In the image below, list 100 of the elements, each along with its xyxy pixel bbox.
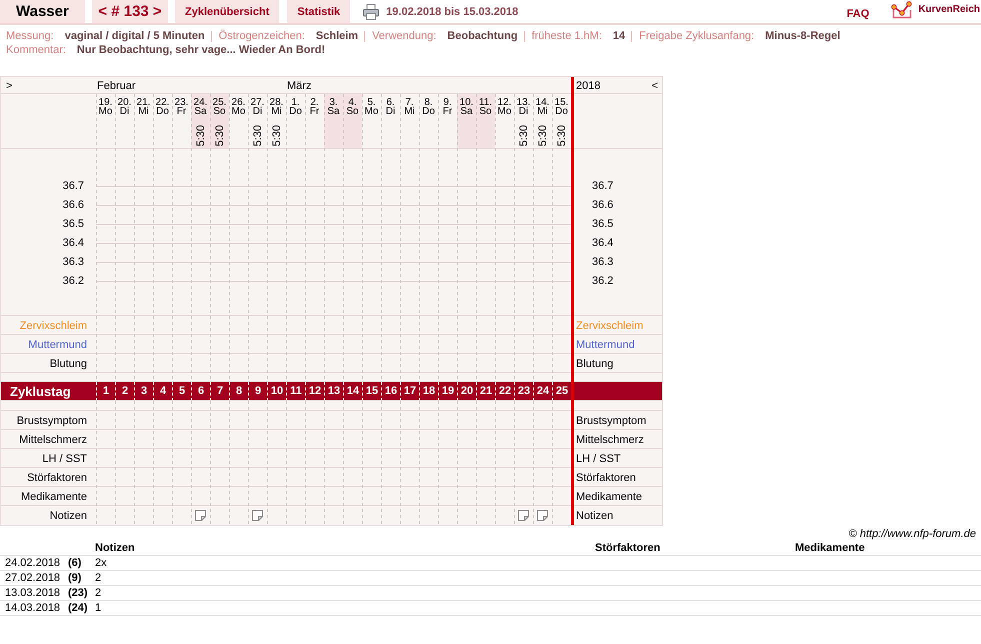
weekday-label: Sa — [460, 107, 473, 116]
temperature-label: 36.4 — [592, 236, 614, 251]
cycle-day-number: 21 — [476, 382, 495, 401]
day-date: 20. — [118, 98, 132, 107]
cycle-day-number: 14 — [343, 382, 362, 401]
day-date: 10. — [460, 98, 474, 107]
setting-value: 14 — [612, 29, 626, 43]
day-date: 5. — [367, 98, 376, 107]
row-label: Brustsymptom — [16, 414, 87, 426]
day-date: 6. — [386, 98, 395, 107]
temperature-label: 36.7 — [592, 179, 614, 194]
day-date: 19. — [98, 98, 112, 107]
forward-button[interactable]: > — [1, 80, 12, 92]
row-label: Muttermund — [576, 338, 635, 350]
note-icon[interactable] — [195, 510, 206, 521]
cycle-day-number: 8 — [229, 382, 248, 401]
measure-time: 5:30 — [214, 124, 226, 146]
cycle-switcher[interactable]: < # 133 > — [92, 0, 168, 23]
row-label: Medikamente — [20, 490, 87, 502]
row-label: Mittelschmerz — [19, 434, 87, 446]
note-text: 2x — [95, 556, 108, 570]
nav-tab[interactable]: Zyklenübersicht — [175, 0, 280, 23]
weekday-label: Do — [422, 107, 435, 116]
temperature-label: 36.3 — [592, 255, 614, 270]
weekday-label: Fr — [176, 107, 186, 116]
cycle-day-number: 6 — [191, 382, 210, 401]
row-label: LH / SST — [42, 452, 87, 464]
brand-name[interactable]: KurvenReich — [918, 4, 980, 15]
logo-icon[interactable] — [891, 1, 914, 19]
weekday-label: Mi — [271, 107, 282, 116]
weekday-label: Di — [386, 107, 396, 116]
weekday-label: Do — [156, 107, 169, 116]
day-date: 2. — [310, 98, 319, 107]
day-date: 1. — [291, 98, 300, 107]
setting-value: Minus-8-Regel — [765, 29, 840, 43]
weekday-label: So — [479, 107, 492, 116]
row-label: Muttermund — [28, 338, 87, 350]
note-date: 27.02.2018 — [5, 571, 62, 585]
day-date: 28. — [270, 98, 284, 107]
cycle-day-number: 2 — [115, 382, 134, 401]
note-cycle-day: (23) — [68, 586, 95, 600]
day-date: 9. — [443, 98, 452, 107]
row-label: Notizen — [576, 510, 614, 522]
setting-label: Messung: — [6, 29, 54, 43]
cycle-day-number: 5 — [172, 382, 191, 401]
row-label: Störfaktoren — [576, 472, 636, 484]
weekday-label: Fr — [310, 107, 320, 116]
cycle-day-number: 13 — [324, 382, 343, 401]
cycle-day-number: 19 — [438, 382, 457, 401]
day-date: 21. — [136, 98, 150, 107]
nav-tab[interactable]: Statistik — [287, 0, 350, 23]
setting-label: Freigabe Zyklusanfang: — [639, 29, 754, 43]
row-label: Zervixschleim — [576, 320, 644, 332]
weekday-label: Mo — [232, 107, 246, 116]
temperature-label: 36.6 — [62, 198, 85, 213]
temperature-label: 36.7 — [62, 179, 85, 194]
back-button[interactable]: < — [652, 80, 658, 92]
weekday-label: Mo — [364, 107, 378, 116]
note-icon[interactable] — [252, 510, 263, 521]
month-label: Februar — [97, 80, 136, 92]
cycle-day-number: 1 — [96, 382, 115, 401]
measure-time: 5:30 — [536, 124, 548, 146]
weekday-label: Di — [120, 107, 130, 116]
weekday-label: Mo — [98, 107, 112, 116]
printer-icon[interactable] — [363, 4, 380, 20]
weekday-label: So — [346, 107, 359, 116]
setting-label: Östrogenzeichen: — [218, 29, 305, 43]
day-date: 13. — [516, 98, 530, 107]
row-label: Medikamente — [576, 490, 642, 502]
cycle-day-number: 25 — [552, 382, 571, 401]
day-date: 4. — [348, 98, 357, 107]
note-icon[interactable] — [518, 510, 529, 521]
measure-time: 5:30 — [556, 124, 568, 146]
note-text: 1 — [95, 601, 102, 615]
measure-time: 5:30 — [518, 124, 530, 146]
day-date: 11. — [478, 98, 492, 107]
weekday-label: Mi — [537, 107, 548, 116]
temperature-label: 36.2 — [592, 274, 614, 289]
date-range: 19.02.2018 bis 15.03.2018 — [386, 6, 518, 18]
day-date: 24. — [194, 98, 208, 107]
temperature-label: 36.6 — [592, 198, 614, 213]
cycle-title: Wasser — [0, 0, 85, 23]
row-label: Blutung — [50, 358, 87, 370]
weekday-label: Do — [555, 107, 568, 116]
weekday-label: Fr — [442, 107, 452, 116]
day-date: 7. — [405, 98, 414, 107]
note-icon[interactable] — [537, 510, 548, 521]
column-header: Medikamente — [795, 541, 866, 555]
cycle-day-number: 23 — [514, 382, 533, 401]
day-date: 22. — [156, 98, 170, 107]
cycle-day-number: 16 — [381, 382, 400, 401]
cycle-day-number: 15 — [362, 382, 381, 401]
note-text: 2 — [95, 571, 102, 585]
row-label: LH / SST — [576, 452, 621, 464]
faq-link[interactable]: FAQ — [846, 8, 870, 20]
cycle-day-number: 12 — [305, 382, 324, 401]
day-date: 3. — [329, 98, 338, 107]
setting-value: vaginal / digital / 5 Minuten — [64, 29, 205, 43]
note-date: 14.03.2018 — [5, 601, 62, 615]
day-date: 26. — [232, 98, 246, 107]
